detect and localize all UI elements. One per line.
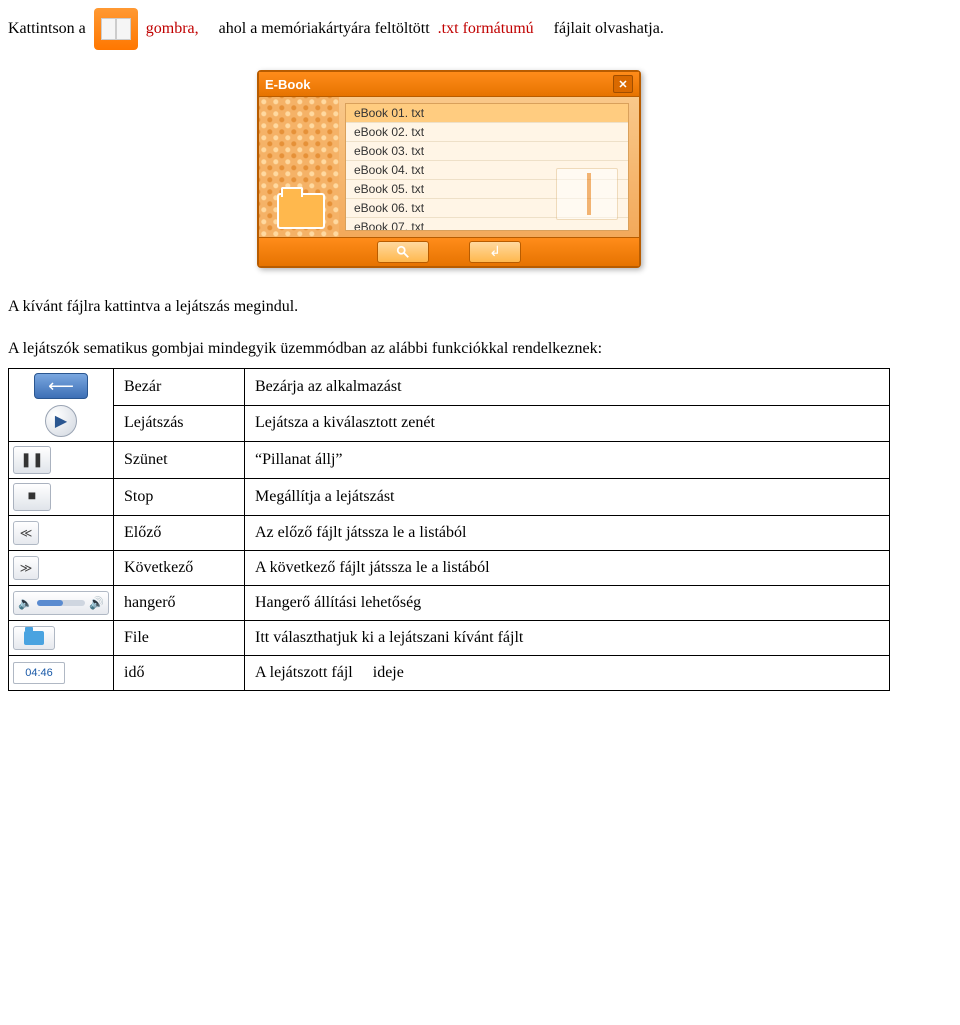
ebook-title: E-Book: [265, 77, 311, 92]
next-icon[interactable]: ≫: [13, 556, 39, 580]
file-open-icon[interactable]: [13, 626, 55, 650]
ebook-screenshot: E-Book ✕ eBook 01. txt eBook 02. txt eBo…: [8, 70, 890, 268]
label-stop: Stop: [114, 479, 245, 516]
para-buttons-intro: A lejátszók sematikus gombjai mindegyik …: [8, 340, 890, 358]
ebook-window: E-Book ✕ eBook 01. txt eBook 02. txt eBo…: [257, 70, 641, 268]
enter-icon[interactable]: ↲: [469, 241, 521, 263]
desc-next: A következő fájlt játssza le a listából: [245, 551, 890, 586]
label-close: Bezár: [114, 369, 245, 406]
text-where: ahol a memóriakártyára feltöltött: [219, 20, 430, 38]
time-display-icon: 04:46: [13, 662, 65, 684]
desc-time: A lejátszott fájl ideje: [245, 656, 890, 691]
ebook-titlebar: E-Book ✕: [259, 72, 639, 97]
stop-icon[interactable]: ■: [13, 483, 51, 511]
desc-stop: Megállítja a lejátszást: [245, 479, 890, 516]
desc-close: Bezárja az alkalmazást: [245, 369, 890, 406]
desc-time-post: ideje: [373, 664, 404, 681]
text-gombra: gombra,: [146, 20, 199, 38]
table-row: ≪ Előző Az előző fájlt játssza le a list…: [9, 516, 890, 551]
table-row: ⟵ ▶ Bezár Bezárja az alkalmazást: [9, 369, 890, 406]
desc-play: Lejátsza a kiválasztott zenét: [245, 405, 890, 442]
desc-volume: Hangerő állítási lehetőség: [245, 586, 890, 621]
label-time: idő: [114, 656, 245, 691]
table-row: ■ Stop Megállítja a lejátszást: [9, 479, 890, 516]
back-arrow-icon[interactable]: ⟵: [34, 373, 88, 399]
text-click: Kattintson a: [8, 20, 86, 38]
table-row: 🔈🔊 hangerő Hangerő állítási lehetőség: [9, 586, 890, 621]
previous-icon[interactable]: ≪: [13, 521, 39, 545]
table-row: ≫ Következő A következő fájlt játssza le…: [9, 551, 890, 586]
text-read: fájlait olvashatja.: [554, 20, 664, 38]
label-file: File: [114, 621, 245, 656]
label-play: Lejátszás: [114, 405, 245, 442]
table-row: 04:46 idő A lejátszott fájl ideje: [9, 656, 890, 691]
list-item[interactable]: eBook 03. txt: [346, 142, 628, 161]
desc-pause: “Pillanat állj”: [245, 442, 890, 479]
buttons-table: ⟵ ▶ Bezár Bezárja az alkalmazást Lejátsz…: [8, 368, 890, 691]
file-list[interactable]: eBook 01. txt eBook 02. txt eBook 03. tx…: [345, 103, 629, 231]
search-icon[interactable]: [377, 241, 429, 263]
list-item[interactable]: eBook 01. txt: [346, 104, 628, 123]
para-playback-starts: A kívánt fájlra kattintva a lejátszás me…: [8, 298, 890, 316]
volume-slider-icon[interactable]: 🔈🔊: [13, 591, 109, 615]
label-prev: Előző: [114, 516, 245, 551]
desc-file: Itt választhatjuk ki a lejátszani kívánt…: [245, 621, 890, 656]
play-icon[interactable]: ▶: [45, 405, 77, 437]
book-watermark-icon: [556, 168, 618, 220]
ebook-body: eBook 01. txt eBook 02. txt eBook 03. tx…: [259, 97, 639, 237]
ebook-footer: ↲: [259, 237, 639, 266]
table-row: Lejátszás Lejátsza a kiválasztott zenét: [9, 405, 890, 442]
desc-time-pre: A lejátszott fájl: [255, 664, 353, 681]
label-pause: Szünet: [114, 442, 245, 479]
table-row: File Itt választhatjuk ki a lejátszani k…: [9, 621, 890, 656]
list-item[interactable]: eBook 02. txt: [346, 123, 628, 142]
ebook-app-icon: [94, 8, 138, 50]
pause-icon[interactable]: ❚❚: [13, 446, 51, 474]
desc-prev: Az előző fájlt játssza le a listából: [245, 516, 890, 551]
close-icon[interactable]: ✕: [613, 75, 633, 93]
table-row: ❚❚ Szünet “Pillanat állj”: [9, 442, 890, 479]
spiral-decoration: [259, 97, 339, 237]
intro-line: Kattintson a gombra, ahol a memóriakárty…: [8, 8, 890, 50]
folder-icon: [277, 193, 325, 229]
label-volume: hangerő: [114, 586, 245, 621]
label-next: Következő: [114, 551, 245, 586]
text-txt: .txt formátumú: [438, 20, 534, 38]
